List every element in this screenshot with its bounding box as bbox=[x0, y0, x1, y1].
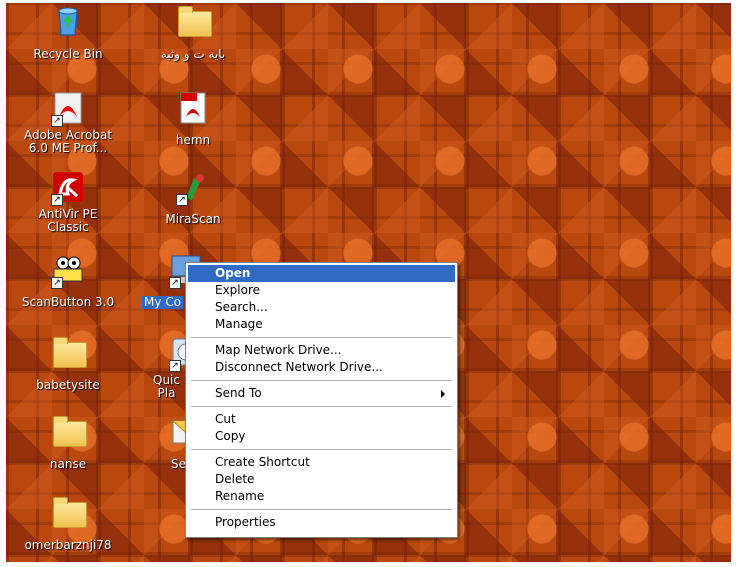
desktop-icon-label: omerbarznji78 bbox=[24, 538, 112, 552]
menu-separator bbox=[191, 449, 452, 450]
desktop-icon-label: nanse bbox=[49, 457, 87, 471]
menu-item-label: Create Shortcut bbox=[215, 455, 310, 469]
desktop-icon-nanse[interactable]: nanse bbox=[8, 415, 128, 472]
menu-item-label: Disconnect Network Drive... bbox=[215, 360, 383, 374]
menu-item-copy[interactable]: Copy bbox=[188, 428, 455, 445]
menu-item-label: Cut bbox=[215, 412, 236, 426]
menu-separator bbox=[191, 406, 452, 407]
scanbutton-icon: ↗ bbox=[51, 253, 85, 289]
desktop-icon-recycle-bin[interactable]: Recycle Bin bbox=[8, 5, 128, 62]
menu-item-delete[interactable]: Delete bbox=[188, 471, 455, 488]
folder-icon bbox=[51, 496, 87, 530]
menu-item-search[interactable]: Search... bbox=[188, 299, 455, 316]
menu-item-label: Rename bbox=[215, 489, 265, 503]
adobe-acrobat-icon: ↗ bbox=[51, 91, 85, 127]
desktop-icon-omerbarznji78[interactable]: omerbarznji78 bbox=[8, 496, 128, 553]
menu-item-create-shortcut[interactable]: Create Shortcut bbox=[188, 454, 455, 471]
menu-item-label: Search... bbox=[215, 300, 268, 314]
menu-item-label: Explore bbox=[215, 283, 261, 297]
menu-item-label: Send To bbox=[215, 386, 262, 400]
mirascan-icon: ↗ bbox=[176, 170, 210, 206]
desktop-icon-label: Recycle Bin bbox=[33, 47, 103, 61]
folder-icon bbox=[51, 336, 87, 370]
folder-icon bbox=[176, 5, 212, 39]
desktop: Recycle Bin بایه ت و وثیه ↗ Adobe Acroba… bbox=[6, 3, 731, 562]
antivir-icon: ↗ bbox=[51, 170, 85, 206]
desktop-icon-label: Adobe Acrobat 6.0 ME Prof... bbox=[23, 128, 113, 155]
pdf-file-icon bbox=[176, 91, 210, 125]
menu-item-label: Properties bbox=[215, 515, 276, 529]
menu-item-label: Copy bbox=[215, 429, 246, 443]
menu-separator bbox=[191, 380, 452, 381]
desktop-icon-antivir[interactable]: ↗ AntiVir PE Classic bbox=[8, 170, 128, 235]
menu-item-label: Open bbox=[215, 266, 251, 280]
menu-item-map-network-drive[interactable]: Map Network Drive... bbox=[188, 342, 455, 359]
desktop-icon-label: بایه ت و وثیه bbox=[160, 47, 226, 61]
desktop-icon-mirascan[interactable]: ↗ MiraScan bbox=[133, 170, 253, 227]
desktop-icon-scanbutton[interactable]: ↗ ScanButton 3.0 bbox=[8, 253, 128, 310]
menu-item-label: Manage bbox=[215, 317, 263, 331]
menu-item-properties[interactable]: Properties bbox=[188, 514, 455, 531]
menu-item-cut[interactable]: Cut bbox=[188, 411, 455, 428]
menu-separator bbox=[191, 337, 452, 338]
folder-icon bbox=[51, 415, 87, 449]
desktop-icon-label: ScanButton 3.0 bbox=[21, 295, 115, 309]
desktop-icon-adobe-acrobat[interactable]: ↗ Adobe Acrobat 6.0 ME Prof... bbox=[8, 91, 128, 156]
desktop-icon-label: Quic Pla bbox=[153, 373, 180, 400]
menu-item-disconnect-network-drive[interactable]: Disconnect Network Drive... bbox=[188, 359, 455, 376]
menu-item-open[interactable]: Open bbox=[188, 265, 455, 282]
recycle-bin-icon bbox=[51, 5, 85, 39]
menu-item-label: Map Network Drive... bbox=[215, 343, 342, 357]
submenu-arrow-icon bbox=[441, 390, 445, 398]
desktop-icon-label: babetysite bbox=[36, 378, 100, 392]
menu-separator bbox=[191, 509, 452, 510]
desktop-icon-label: hemn bbox=[175, 133, 211, 147]
desktop-icon-folder-arabic[interactable]: بایه ت و وثیه bbox=[133, 5, 253, 62]
menu-item-explore[interactable]: Explore bbox=[188, 282, 455, 299]
desktop-icon-label: My Co bbox=[142, 295, 183, 309]
desktop-icon-label: AntiVir PE Classic bbox=[38, 207, 98, 234]
desktop-icon-babetysite[interactable]: babetysite bbox=[8, 336, 128, 393]
menu-item-manage[interactable]: Manage bbox=[188, 316, 455, 333]
desktop-icon-label: MiraScan bbox=[165, 212, 221, 226]
context-menu: Open Explore Search... Manage Map Networ… bbox=[185, 262, 458, 538]
desktop-icon-hemn[interactable]: hemn bbox=[133, 91, 253, 148]
menu-item-send-to[interactable]: Send To bbox=[188, 385, 455, 402]
menu-item-rename[interactable]: Rename bbox=[188, 488, 455, 505]
menu-item-label: Delete bbox=[215, 472, 255, 486]
